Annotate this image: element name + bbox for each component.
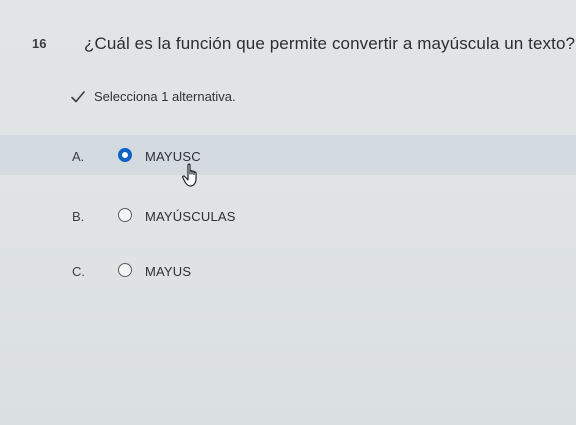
radio-button[interactable] bbox=[118, 208, 132, 222]
option-letter: B. bbox=[72, 209, 85, 224]
instruction-row: Selecciona 1 alternativa. bbox=[70, 89, 236, 104]
checkmark-icon bbox=[71, 90, 85, 102]
option-b[interactable]: B. MAYÚSCULAS bbox=[0, 195, 576, 235]
radio-button-selected[interactable] bbox=[118, 148, 132, 162]
option-letter: C. bbox=[72, 264, 85, 279]
hand-pointer-icon bbox=[182, 163, 197, 187]
option-label: MAYUS bbox=[145, 264, 192, 279]
question-number: 16 bbox=[32, 36, 47, 51]
quiz-screen: 16 ¿Cuál es la función que permite conve… bbox=[0, 0, 576, 425]
option-a[interactable]: A. MAYUSC bbox=[0, 135, 576, 175]
option-letter: A. bbox=[72, 149, 85, 164]
option-c[interactable]: C. MAYUS bbox=[0, 250, 576, 290]
question-text: ¿Cuál es la función que permite converti… bbox=[84, 34, 576, 53]
option-label: MAYÚSCULAS bbox=[145, 209, 236, 224]
radio-button[interactable] bbox=[118, 263, 132, 277]
instruction-text: Selecciona 1 alternativa. bbox=[94, 89, 236, 104]
